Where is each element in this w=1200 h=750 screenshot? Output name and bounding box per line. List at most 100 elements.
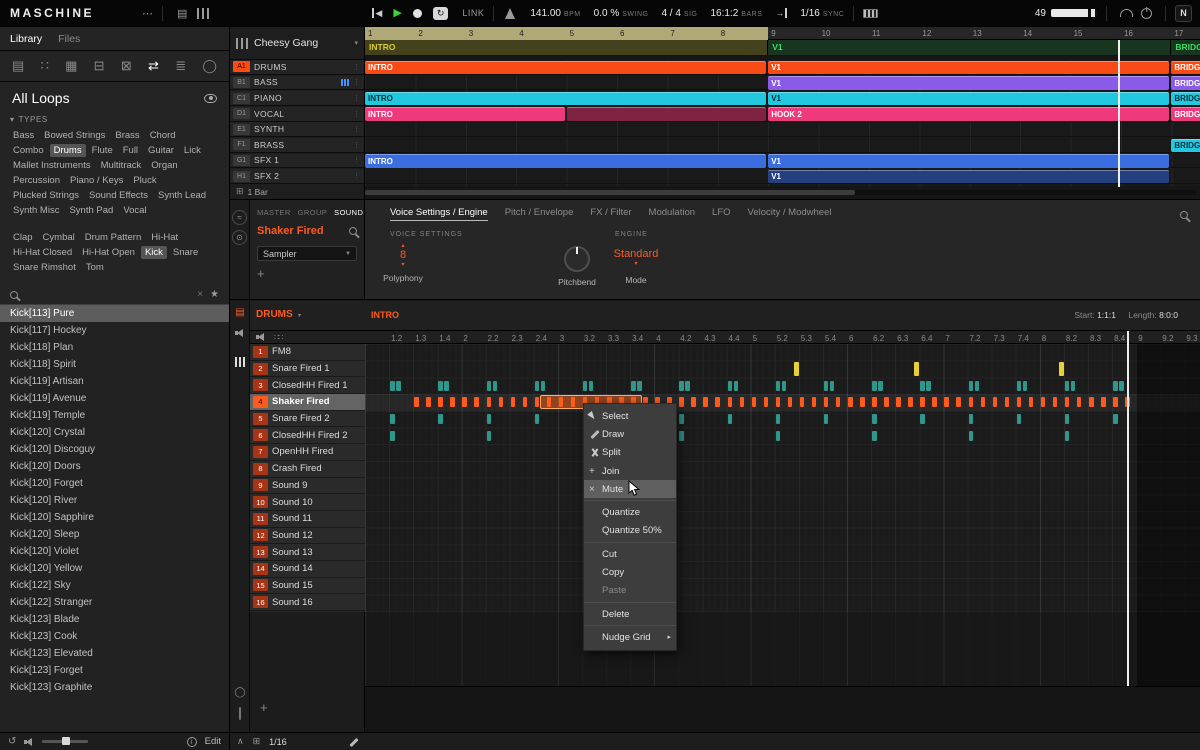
master-level-meter[interactable] bbox=[1051, 9, 1097, 17]
pads-icon[interactable]: ∷∷ bbox=[274, 333, 282, 342]
note[interactable] bbox=[691, 397, 696, 407]
library-result-item[interactable]: Kick[120] Forget bbox=[0, 475, 229, 492]
note[interactable] bbox=[390, 431, 395, 441]
note[interactable] bbox=[824, 397, 829, 407]
note[interactable] bbox=[812, 397, 817, 407]
note[interactable] bbox=[884, 397, 889, 407]
note[interactable] bbox=[872, 431, 877, 441]
note[interactable] bbox=[908, 397, 913, 407]
page-tab-pitch-envelope[interactable]: Pitch / Envelope bbox=[505, 207, 574, 221]
library-result-item[interactable]: Kick[123] Cook bbox=[0, 628, 229, 645]
menu-item-copy[interactable]: Copy bbox=[584, 563, 676, 581]
page-tab-modulation[interactable]: Modulation bbox=[649, 207, 695, 221]
arranger-view-icon[interactable]: ▤ bbox=[177, 7, 187, 20]
note[interactable] bbox=[462, 397, 467, 407]
sound-row-9[interactable]: 9Sound 9 bbox=[250, 478, 365, 495]
step-grid-value[interactable]: 1/16 bbox=[269, 737, 287, 747]
swing-value[interactable]: 0.0 % bbox=[594, 8, 620, 19]
group-row-sfx-1[interactable]: G1SFX 1⋮ bbox=[230, 154, 364, 169]
group-options-icon[interactable]: ⋮ bbox=[353, 125, 360, 133]
note[interactable] bbox=[414, 397, 419, 407]
loops-icon[interactable]: ⇄ bbox=[148, 58, 159, 74]
length-value[interactable]: 8:0:0 bbox=[1159, 310, 1178, 320]
loop-toggle-icon[interactable]: ↻ bbox=[433, 7, 449, 20]
types-collapse-icon[interactable]: ▾ bbox=[10, 115, 15, 124]
subtype-tag-drum-pattern[interactable]: Drum Pattern bbox=[81, 231, 146, 244]
note[interactable] bbox=[848, 397, 853, 407]
library-result-item[interactable]: Kick[122] Stranger bbox=[0, 594, 229, 611]
library-result-item[interactable]: Kick[120] Yellow bbox=[0, 560, 229, 577]
edit-button[interactable]: Edit bbox=[205, 736, 221, 747]
tab-files[interactable]: Files bbox=[58, 33, 80, 45]
note[interactable] bbox=[981, 397, 986, 407]
library-result-item[interactable]: Kick[123] Forget bbox=[0, 662, 229, 679]
sound-row-15[interactable]: 15Sound 15 bbox=[250, 578, 365, 595]
audio-engine-power-icon[interactable] bbox=[1141, 8, 1152, 19]
note[interactable] bbox=[1119, 381, 1124, 391]
subtype-tag-hi-hat[interactable]: Hi-Hat bbox=[147, 231, 182, 244]
note[interactable] bbox=[535, 414, 540, 424]
type-tag-guitar[interactable]: Guitar bbox=[144, 144, 178, 157]
note[interactable] bbox=[1053, 397, 1058, 407]
note[interactable] bbox=[764, 397, 769, 407]
note[interactable] bbox=[920, 414, 925, 424]
note[interactable] bbox=[1089, 397, 1094, 407]
polyphony-value[interactable]: 8 bbox=[373, 249, 433, 262]
add-sound-button[interactable]: + bbox=[260, 700, 364, 715]
type-tag-multitrack[interactable]: Multitrack bbox=[97, 159, 146, 172]
group-options-icon[interactable]: ⋮ bbox=[353, 156, 360, 164]
group-row-drums[interactable]: A1DRUMS⋮ bbox=[230, 60, 364, 75]
note[interactable] bbox=[776, 414, 781, 424]
menu-item-paste[interactable]: Paste bbox=[584, 582, 676, 600]
note[interactable] bbox=[487, 414, 492, 424]
pattern-ruler[interactable]: 1.21.31.422.22.32.433.23.33.444.24.34.45… bbox=[365, 331, 1200, 344]
subtype-tag-snare[interactable]: Snare bbox=[169, 246, 202, 259]
note[interactable] bbox=[1113, 381, 1118, 391]
clip-hook-2[interactable]: HOOK 2 bbox=[768, 107, 1169, 121]
start-value[interactable]: 1:1:1 bbox=[1097, 310, 1116, 320]
note[interactable] bbox=[878, 381, 883, 391]
library-result-item[interactable]: Kick[122] Sky bbox=[0, 577, 229, 594]
group-options-icon[interactable]: ⋮ bbox=[353, 110, 360, 118]
group-row-synth[interactable]: E1SYNTH⋮ bbox=[230, 122, 364, 137]
type-tag-organ[interactable]: Organ bbox=[147, 159, 181, 172]
sound-row-5[interactable]: 5Snare Fired 2 bbox=[250, 411, 365, 428]
group-options-icon[interactable]: ⋮ bbox=[353, 141, 360, 149]
note[interactable] bbox=[776, 381, 781, 391]
note[interactable] bbox=[1017, 381, 1022, 391]
metronome-icon[interactable] bbox=[505, 8, 515, 19]
menu-item-join[interactable]: +Join bbox=[584, 462, 676, 480]
mode-value[interactable]: Standard bbox=[603, 248, 669, 261]
group-options-icon[interactable]: ⋮ bbox=[353, 78, 360, 86]
clip-v1[interactable]: V1 bbox=[768, 61, 1169, 75]
note[interactable] bbox=[390, 414, 395, 424]
groups-icon[interactable]: ∷ bbox=[41, 58, 49, 74]
note[interactable] bbox=[438, 381, 443, 391]
clip-bridge[interactable]: BRIDGE bbox=[1171, 139, 1200, 153]
note[interactable] bbox=[824, 414, 829, 424]
record-icon[interactable] bbox=[413, 9, 422, 18]
prehear-volume-slider[interactable] bbox=[42, 740, 88, 743]
section-intro[interactable]: INTRO bbox=[365, 40, 768, 55]
note[interactable] bbox=[969, 414, 974, 424]
section-bridge[interactable]: BRIDGE bbox=[1171, 40, 1200, 55]
channel-view-icon[interactable]: ≈ bbox=[232, 210, 247, 225]
note[interactable] bbox=[932, 397, 937, 407]
collapse-icon[interactable]: ∧ bbox=[237, 736, 244, 747]
note[interactable] bbox=[788, 397, 793, 407]
note[interactable] bbox=[679, 431, 684, 441]
pitchbend-param[interactable]: Pitchbend bbox=[547, 246, 607, 287]
note[interactable] bbox=[685, 381, 690, 391]
note[interactable] bbox=[487, 381, 492, 391]
note[interactable] bbox=[487, 431, 492, 441]
menu-item-cut[interactable]: Cut bbox=[584, 545, 676, 563]
clip-v1[interactable]: V1 bbox=[768, 170, 1169, 184]
tempo-value[interactable]: 141.00 bbox=[530, 8, 561, 19]
note[interactable] bbox=[679, 381, 684, 391]
page-tab-lfo[interactable]: LFO bbox=[712, 207, 730, 221]
note[interactable] bbox=[872, 414, 877, 424]
mute-column-icon[interactable] bbox=[256, 332, 266, 342]
menu-item-delete[interactable]: Delete bbox=[584, 605, 676, 623]
group-row-piano[interactable]: C1PIANO⋮ bbox=[230, 91, 364, 106]
type-tag-synth-pad[interactable]: Synth Pad bbox=[65, 204, 117, 217]
